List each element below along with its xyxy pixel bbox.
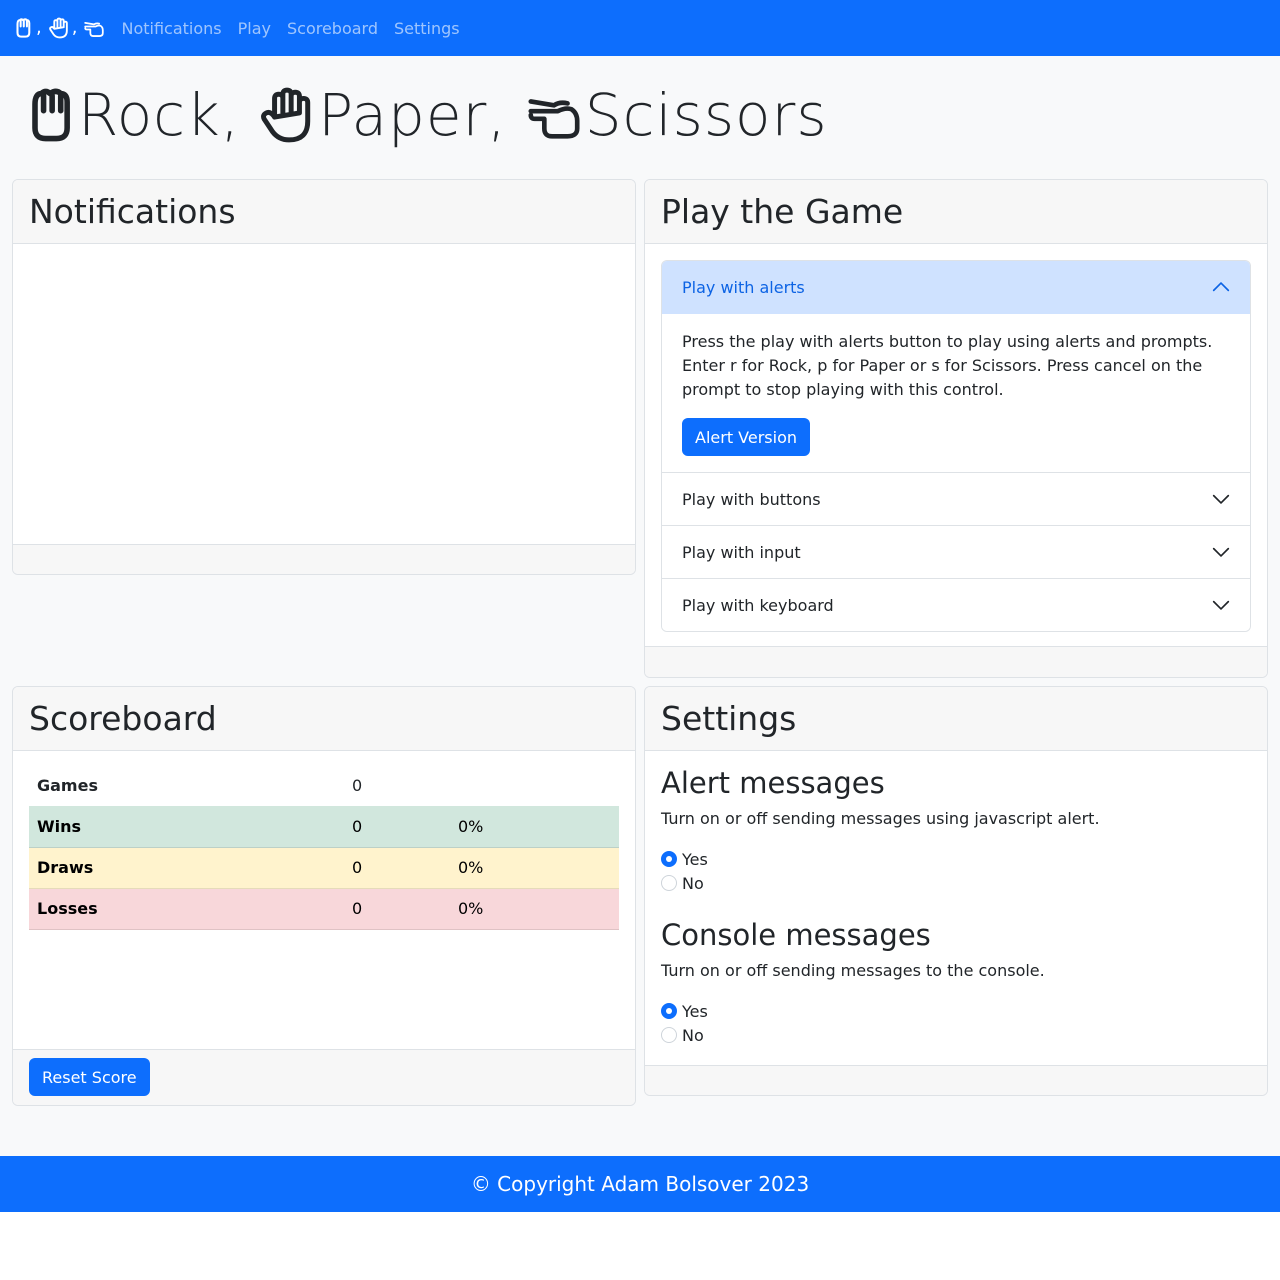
score-label: Draws bbox=[29, 847, 344, 889]
score-label: Games bbox=[37, 776, 98, 795]
nav-link-play[interactable]: Play bbox=[238, 19, 271, 38]
settings-card: Settings Alert messages Turn on or off s… bbox=[644, 686, 1268, 1096]
score-row-losses: Losses 0 0% bbox=[29, 888, 619, 930]
notifications-card-footer bbox=[13, 544, 635, 574]
score-count: 0 bbox=[344, 888, 450, 930]
settings-body: Alert messages Turn on or off sending me… bbox=[661, 765, 1251, 1047]
play-accordion: Play with alerts Press the play with ale… bbox=[661, 260, 1251, 632]
accordion-button-keyboard[interactable]: Play with keyboard bbox=[662, 578, 1250, 631]
score-percent bbox=[450, 765, 619, 806]
reset-score-button[interactable]: Reset Score bbox=[29, 1058, 150, 1096]
settings-group-description: Turn on or off sending messages to the c… bbox=[661, 961, 1045, 980]
console-yes-radio[interactable] bbox=[661, 1003, 677, 1019]
nav-link-notifications[interactable]: Notifications bbox=[121, 19, 221, 38]
hand-rock-icon bbox=[12, 17, 34, 39]
accordion-label: Play with buttons bbox=[682, 489, 821, 509]
score-label: Losses bbox=[29, 888, 344, 930]
settings-group-console: Console messages Turn on or off sending … bbox=[661, 917, 1251, 1047]
notifications-list bbox=[13, 244, 635, 544]
score-count: 0 bbox=[344, 847, 450, 889]
chevron-down-icon bbox=[1212, 490, 1230, 508]
brand-separator: , bbox=[71, 17, 78, 38]
settings-group-alerts: Alert messages Turn on or off sending me… bbox=[661, 765, 1251, 895]
settings-card-header: Settings bbox=[645, 687, 1267, 751]
score-count: 0 bbox=[352, 776, 363, 795]
top-navbar: , , Notifications Play Scoreboard Settin… bbox=[0, 0, 1280, 56]
chevron-down-icon bbox=[1212, 543, 1230, 561]
score-table: Games 0 Wins 0 0% Draws 0 0% Losses 0 0% bbox=[29, 765, 619, 930]
radio-label: No bbox=[682, 1025, 704, 1045]
score-percent: 0% bbox=[450, 806, 619, 848]
score-percent: 0% bbox=[450, 888, 619, 930]
brand-separator: , bbox=[36, 17, 42, 38]
score-percent: 0% bbox=[450, 847, 619, 889]
score-count: 0 bbox=[344, 806, 450, 848]
accordion-button-buttons[interactable]: Play with buttons bbox=[662, 472, 1250, 525]
title-word-rock: Rock, bbox=[78, 81, 241, 149]
nav-link-scoreboard[interactable]: Scoreboard bbox=[287, 19, 378, 38]
scoreboard-card-footer: Reset Score bbox=[13, 1049, 635, 1105]
play-card-header: Play the Game bbox=[645, 180, 1267, 244]
accordion-label: Play with keyboard bbox=[682, 595, 834, 615]
alerts-instructions: Press the play with alerts button to pla… bbox=[682, 332, 1213, 399]
notifications-card: Notifications bbox=[12, 179, 636, 575]
title-word-paper: Paper, bbox=[318, 81, 507, 149]
score-row-draws: Draws 0 0% bbox=[29, 847, 619, 889]
settings-group-title: Alert messages bbox=[661, 766, 885, 800]
page-title: Rock, Paper, Scissors bbox=[24, 80, 846, 150]
console-no-option[interactable]: No bbox=[661, 1023, 1251, 1047]
score-label: Wins bbox=[29, 806, 344, 848]
accordion-button-input[interactable]: Play with input bbox=[662, 525, 1250, 578]
hand-paper-icon bbox=[258, 85, 316, 145]
copyright-text: © Copyright Adam Bolsover 2023 bbox=[470, 1172, 810, 1196]
accordion-button-alerts[interactable]: Play with alerts bbox=[662, 261, 1250, 313]
alert-no-radio[interactable] bbox=[661, 875, 677, 891]
page-footer: © Copyright Adam Bolsover 2023 bbox=[0, 1156, 1280, 1212]
notifications-card-header: Notifications bbox=[13, 180, 635, 244]
console-no-radio[interactable] bbox=[661, 1027, 677, 1043]
play-card-footer bbox=[645, 646, 1267, 677]
settings-group-description: Turn on or off sending messages using ja… bbox=[661, 809, 1100, 828]
accordion-body-alerts: Press the play with alerts button to pla… bbox=[662, 313, 1250, 472]
title-word-scissors: Scissors bbox=[584, 81, 828, 149]
radio-label: No bbox=[682, 873, 704, 893]
accordion-label: Play with alerts bbox=[682, 277, 805, 297]
hand-rock-icon bbox=[24, 85, 76, 145]
alert-no-option[interactable]: No bbox=[661, 871, 1251, 895]
scoreboard-card: Scoreboard Games 0 Wins 0 0% Draws 0 0% … bbox=[12, 686, 636, 1106]
settings-group-title: Console messages bbox=[661, 918, 931, 952]
radio-label: Yes bbox=[682, 1001, 708, 1021]
alert-yes-radio[interactable] bbox=[661, 851, 677, 867]
chevron-down-icon bbox=[1212, 596, 1230, 614]
main-content: Rock, Paper, Scissors Notifications Play… bbox=[0, 56, 1280, 1156]
alert-yes-option[interactable]: Yes bbox=[661, 847, 1251, 871]
hand-scissors-icon bbox=[525, 85, 583, 145]
accordion-label: Play with input bbox=[682, 542, 801, 562]
nav-link-settings[interactable]: Settings bbox=[394, 19, 460, 38]
chevron-up-icon bbox=[1212, 278, 1230, 296]
hand-paper-icon bbox=[48, 17, 70, 39]
settings-card-footer bbox=[645, 1065, 1267, 1095]
score-row-wins: Wins 0 0% bbox=[29, 806, 619, 848]
brand-logo[interactable]: , , bbox=[12, 17, 105, 39]
console-yes-option[interactable]: Yes bbox=[661, 999, 1251, 1023]
play-card: Play the Game Play with alerts Press the… bbox=[644, 179, 1268, 678]
scoreboard-card-header: Scoreboard bbox=[13, 687, 635, 751]
hand-scissors-icon bbox=[83, 17, 105, 39]
radio-label: Yes bbox=[682, 849, 708, 869]
score-row-games: Games 0 bbox=[29, 765, 619, 806]
alert-version-button[interactable]: Alert Version bbox=[682, 418, 811, 456]
